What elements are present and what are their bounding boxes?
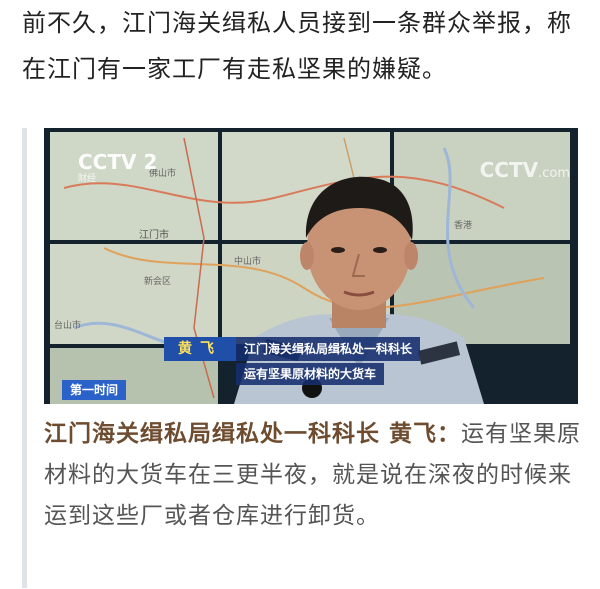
- name-tag: 黄飞: [164, 337, 236, 361]
- channel-logo-text: CCTV 2: [78, 150, 158, 174]
- caption-tag: 运有坚果原材料的大货车: [236, 363, 385, 385]
- svg-text:新会区: 新会区: [144, 275, 171, 287]
- title-tag: 江门海关缉私局缉私处一科科长: [236, 337, 421, 361]
- intro-paragraph: 前不久，江门海关缉私人员接到一条群众举报，称在江门有一家工厂有走私坚果的嫌疑。: [22, 9, 572, 83]
- channel-logo-sub: 财经: [78, 174, 97, 184]
- video-frame[interactable]: 佛山市 江门市 中山市 新会区 台山市 香港 CCTV 2 财经 CCTV.co…: [44, 128, 578, 404]
- program-tag: 第一时间: [62, 380, 127, 400]
- channel-logo: CCTV 2 财经: [78, 150, 157, 184]
- watermark-main: CCTV: [479, 158, 539, 182]
- quote-bar: [22, 128, 27, 588]
- quote-speaker: 江门海关缉私局缉私处一科科长 黄飞：: [44, 421, 462, 447]
- svg-text:台山市: 台山市: [54, 319, 81, 331]
- watermark-tail: .com: [538, 166, 570, 181]
- svg-text:江门市: 江门市: [139, 228, 169, 241]
- quote-block: 江门海关缉私局缉私处一科科长 黄飞：运有坚果原材料的大货车在三更半夜，就是说在深…: [44, 414, 584, 537]
- watermark-logo: CCTV.com: [480, 158, 570, 182]
